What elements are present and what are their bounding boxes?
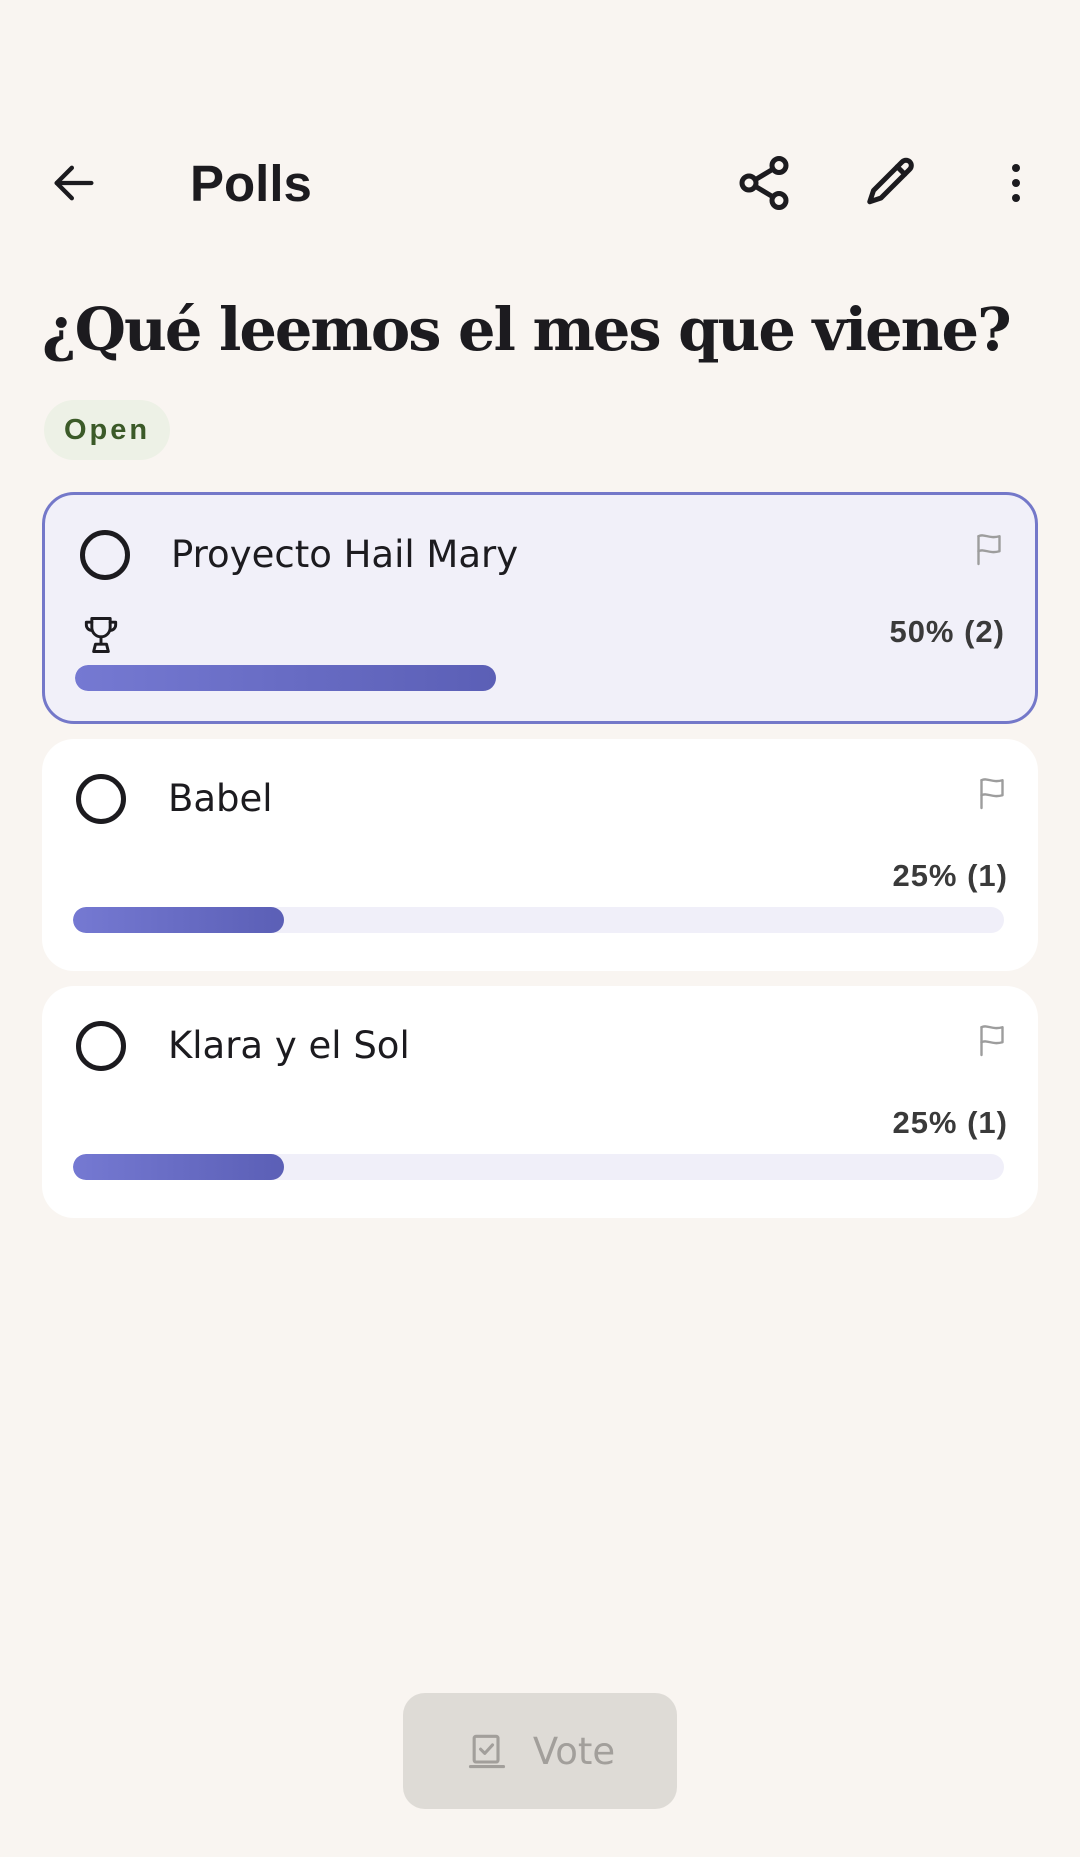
pencil-icon bbox=[867, 157, 914, 205]
option-radio[interactable] bbox=[76, 1021, 126, 1071]
poll-screen: Polls ¿Qué leemos el mes que viene? Open… bbox=[0, 0, 1080, 1857]
flag-icon bbox=[980, 1025, 1004, 1057]
vote-button-label: Vote bbox=[532, 1729, 616, 1773]
report-option-button[interactable] bbox=[968, 1016, 1016, 1064]
more-vertical-icon bbox=[1012, 164, 1020, 202]
option-progress-track bbox=[73, 907, 1004, 933]
option-progress-fill bbox=[75, 665, 497, 691]
option-label: Proyecto Hail Mary bbox=[171, 533, 519, 576]
poll-option[interactable]: Babel 25% (1) bbox=[42, 739, 1038, 971]
top-app-bar: Polls bbox=[0, 130, 1080, 236]
option-label: Klara y el Sol bbox=[168, 1024, 410, 1067]
flag-icon bbox=[980, 778, 1004, 810]
app-title: Polls bbox=[190, 155, 312, 212]
option-progress-fill bbox=[73, 1154, 284, 1180]
poll-options-list: Proyecto Hail Mary 50% (2) Babel 25% (1)… bbox=[42, 492, 1038, 1233]
option-radio[interactable] bbox=[80, 530, 130, 580]
flag-icon bbox=[977, 534, 1001, 566]
option-progress-track bbox=[75, 665, 1006, 691]
trophy-icon bbox=[84, 617, 118, 653]
report-option-button[interactable] bbox=[965, 525, 1013, 573]
poll-option[interactable]: Klara y el Sol 25% (1) bbox=[42, 986, 1038, 1218]
back-button[interactable] bbox=[26, 135, 122, 231]
report-option-button[interactable] bbox=[968, 769, 1016, 817]
poll-question: ¿Qué leemos el mes que viene? bbox=[42, 295, 1012, 364]
option-label: Babel bbox=[168, 777, 273, 820]
option-percentage: 25% (1) bbox=[892, 858, 1008, 893]
status-badge: Open bbox=[44, 400, 171, 460]
share-icon bbox=[739, 156, 789, 211]
edit-button[interactable] bbox=[843, 135, 939, 231]
option-progress-track bbox=[73, 1154, 1004, 1180]
arrow-left-icon bbox=[54, 165, 94, 201]
option-percentage: 50% (2) bbox=[889, 614, 1005, 649]
option-percentage: 25% (1) bbox=[892, 1105, 1008, 1140]
option-radio[interactable] bbox=[76, 774, 126, 824]
more-options-button[interactable] bbox=[968, 135, 1064, 231]
poll-option[interactable]: Proyecto Hail Mary 50% (2) bbox=[42, 492, 1038, 724]
vote-button[interactable]: Vote bbox=[403, 1693, 677, 1809]
option-progress-fill bbox=[73, 907, 284, 933]
ballot-check-icon bbox=[468, 1734, 505, 1769]
share-button[interactable] bbox=[716, 135, 812, 231]
